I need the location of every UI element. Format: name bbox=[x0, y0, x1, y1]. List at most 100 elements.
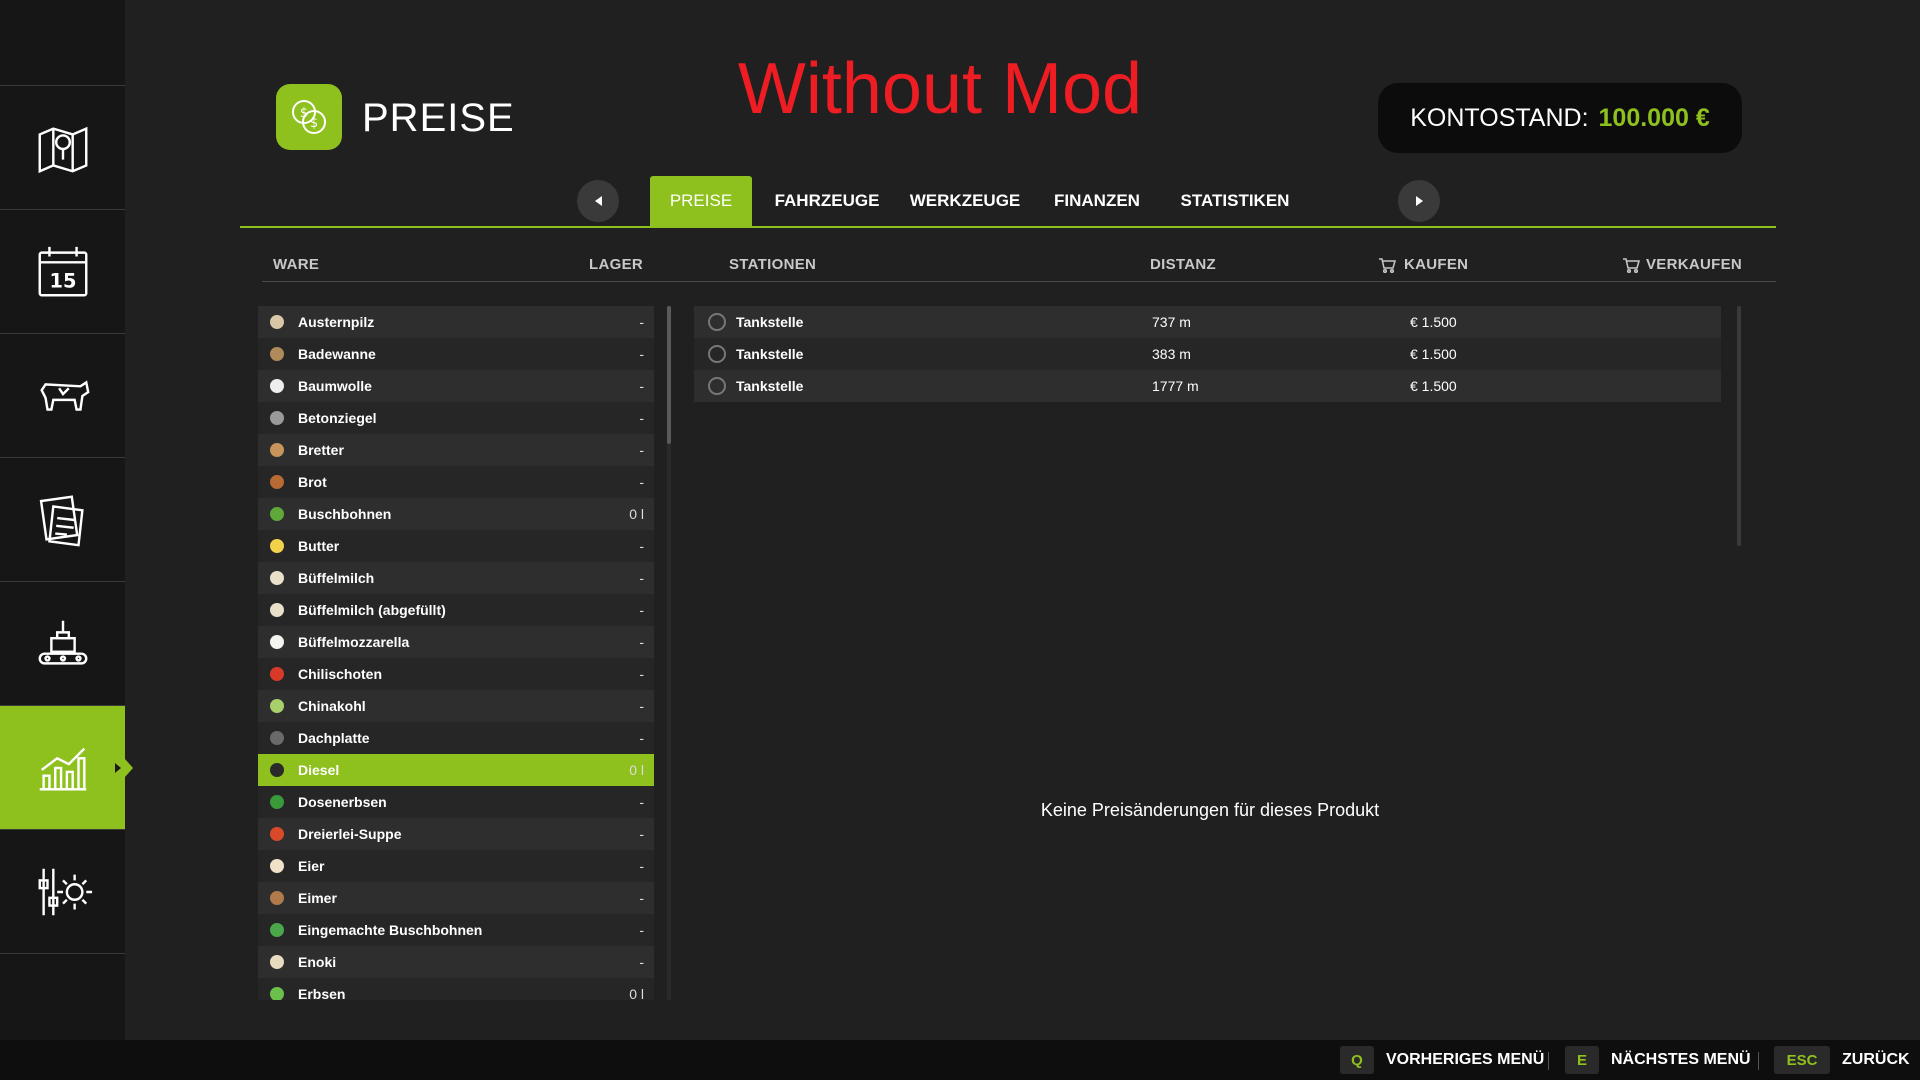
station-buy-price: € 1.500 bbox=[1410, 346, 1457, 362]
goods-row[interactable]: Enoki - bbox=[258, 946, 654, 978]
product-icon bbox=[266, 407, 288, 429]
map-icon bbox=[38, 126, 87, 173]
goods-stock: - bbox=[639, 890, 644, 906]
goods-row[interactable]: Chinakohl - bbox=[258, 690, 654, 722]
next-menu-label: NÄCHSTES MENÜ bbox=[1611, 1051, 1751, 1068]
col-verkaufen: VERKAUFEN bbox=[1622, 256, 1742, 273]
goods-row[interactable]: Erbsen 0 l bbox=[258, 978, 654, 1000]
stations-table: Tankstelle 737 m € 1.500 Tankstelle 383 m € 1… bbox=[694, 306, 1721, 402]
goods-name: Büffelmozzarella bbox=[298, 634, 410, 650]
product-icon bbox=[266, 535, 288, 557]
goods-stock: - bbox=[639, 794, 644, 810]
station-row[interactable]: Tankstelle 1777 m € 1.500 bbox=[694, 370, 1721, 402]
goods-row[interactable]: Eier - bbox=[258, 850, 654, 882]
product-icon bbox=[266, 343, 288, 365]
goods-row[interactable]: Betonziegel - bbox=[258, 402, 654, 434]
goods-row[interactable]: Büffelmilch - bbox=[258, 562, 654, 594]
cow-icon bbox=[39, 379, 90, 411]
buy-cart-icon bbox=[1379, 257, 1396, 273]
station-distance: 1777 m bbox=[1152, 378, 1199, 394]
goods-scrollbar-thumb[interactable] bbox=[667, 306, 671, 444]
sidebar-item-settings[interactable] bbox=[0, 830, 125, 954]
sidebar-item-map[interactable] bbox=[0, 86, 125, 210]
station-row[interactable]: Tankstelle 737 m € 1.500 bbox=[694, 306, 1721, 338]
prices-chart-icon bbox=[39, 747, 86, 791]
product-icon bbox=[266, 439, 288, 461]
no-price-changes-message: Keine Preisänderungen für dieses Produkt bbox=[1040, 800, 1380, 820]
goods-name: Dosenerbsen bbox=[298, 794, 387, 810]
goods-row[interactable]: Buschbohnen 0 l bbox=[258, 498, 654, 530]
tab-fahrzeuge[interactable]: FAHRZEUGE bbox=[770, 176, 884, 226]
goods-name: Buschbohnen bbox=[298, 506, 392, 522]
goods-row[interactable]: Baumwolle - bbox=[258, 370, 654, 402]
tab-next-button[interactable] bbox=[1398, 180, 1440, 222]
goods-list[interactable]: Austernpilz - Badewanne - Baumwolle - Betonzie… bbox=[258, 306, 654, 1000]
goods-row[interactable]: Austernpilz - bbox=[258, 306, 654, 338]
production-icon bbox=[38, 620, 87, 665]
product-icon bbox=[266, 759, 288, 781]
sidebar-item-contracts[interactable] bbox=[0, 458, 125, 582]
goods-name: Eier bbox=[298, 858, 325, 874]
product-icon bbox=[266, 727, 288, 749]
goods-stock: - bbox=[639, 826, 644, 842]
goods-stock: - bbox=[639, 570, 644, 586]
product-icon bbox=[266, 887, 288, 909]
goods-row[interactable]: Badewanne - bbox=[258, 338, 654, 370]
goods-row[interactable]: Eimer - bbox=[258, 882, 654, 914]
station-name: Tankstelle bbox=[736, 346, 804, 362]
product-icon bbox=[266, 471, 288, 493]
back-hint[interactable]: ESC ZURÜCK bbox=[1774, 1046, 1910, 1074]
col-ware: WARE bbox=[273, 256, 320, 273]
tab-werkzeuge[interactable]: WERKZEUGE bbox=[906, 176, 1024, 226]
tab-finanzen[interactable]: FINANZEN bbox=[1046, 176, 1148, 226]
tab-preise[interactable]: PREISE bbox=[650, 176, 752, 226]
station-icon bbox=[708, 345, 726, 363]
prev-menu-hint[interactable]: Q VORHERIGES MENÜ bbox=[1340, 1046, 1544, 1074]
settings-icon bbox=[38, 868, 92, 915]
goods-row[interactable]: Eingemachte Buschbohnen - bbox=[258, 914, 654, 946]
header-divider bbox=[262, 281, 1776, 282]
sidebar-item-prices[interactable] bbox=[0, 706, 125, 830]
sidebar-item-calendar[interactable]: 15 bbox=[0, 210, 125, 334]
goods-row[interactable]: Diesel 0 l bbox=[258, 754, 654, 786]
product-icon bbox=[266, 791, 288, 813]
goods-row[interactable]: Büffelmozzarella - bbox=[258, 626, 654, 658]
product-icon bbox=[266, 375, 288, 397]
sidebar: 15 bbox=[0, 0, 125, 1040]
separator bbox=[1548, 1052, 1549, 1070]
goods-stock: - bbox=[639, 314, 644, 330]
goods-name: Baumwolle bbox=[298, 378, 372, 394]
station-row[interactable]: Tankstelle 383 m € 1.500 bbox=[694, 338, 1721, 370]
tab-statistiken[interactable]: STATISTIKEN bbox=[1168, 176, 1302, 226]
stations-scrollbar[interactable] bbox=[1737, 306, 1741, 546]
goods-row[interactable]: Chilischoten - bbox=[258, 658, 654, 690]
sidebar-item-production[interactable] bbox=[0, 582, 125, 706]
key-esc: ESC bbox=[1774, 1046, 1830, 1074]
contracts-icon bbox=[39, 494, 84, 547]
goods-row[interactable]: Büffelmilch (abgefüllt) - bbox=[258, 594, 654, 626]
product-icon bbox=[266, 951, 288, 973]
station-buy-price: € 1.500 bbox=[1410, 378, 1457, 394]
product-icon bbox=[266, 503, 288, 525]
balance-value: 100.000 € bbox=[1598, 103, 1710, 132]
goods-name: Bretter bbox=[298, 442, 344, 458]
tab-prev-button[interactable] bbox=[577, 180, 619, 222]
goods-stock: - bbox=[639, 666, 644, 682]
active-indicator bbox=[115, 762, 121, 773]
goods-stock: - bbox=[639, 602, 644, 618]
sidebar-item-animals[interactable] bbox=[0, 334, 125, 458]
goods-row[interactable]: Dreierlei-Suppe - bbox=[258, 818, 654, 850]
product-icon bbox=[266, 663, 288, 685]
goods-name: Dreierlei-Suppe bbox=[298, 826, 402, 842]
goods-name: Eingemachte Buschbohnen bbox=[298, 922, 483, 938]
goods-stock: - bbox=[639, 538, 644, 554]
goods-row[interactable]: Dachplatte - bbox=[258, 722, 654, 754]
svg-text:$: $ bbox=[310, 116, 318, 131]
goods-row[interactable]: Brot - bbox=[258, 466, 654, 498]
product-icon bbox=[266, 311, 288, 333]
goods-row[interactable]: Butter - bbox=[258, 530, 654, 562]
next-menu-hint[interactable]: E NÄCHSTES MENÜ bbox=[1565, 1046, 1751, 1074]
calendar-icon: 15 bbox=[38, 246, 87, 296]
goods-row[interactable]: Dosenerbsen - bbox=[258, 786, 654, 818]
goods-row[interactable]: Bretter - bbox=[258, 434, 654, 466]
